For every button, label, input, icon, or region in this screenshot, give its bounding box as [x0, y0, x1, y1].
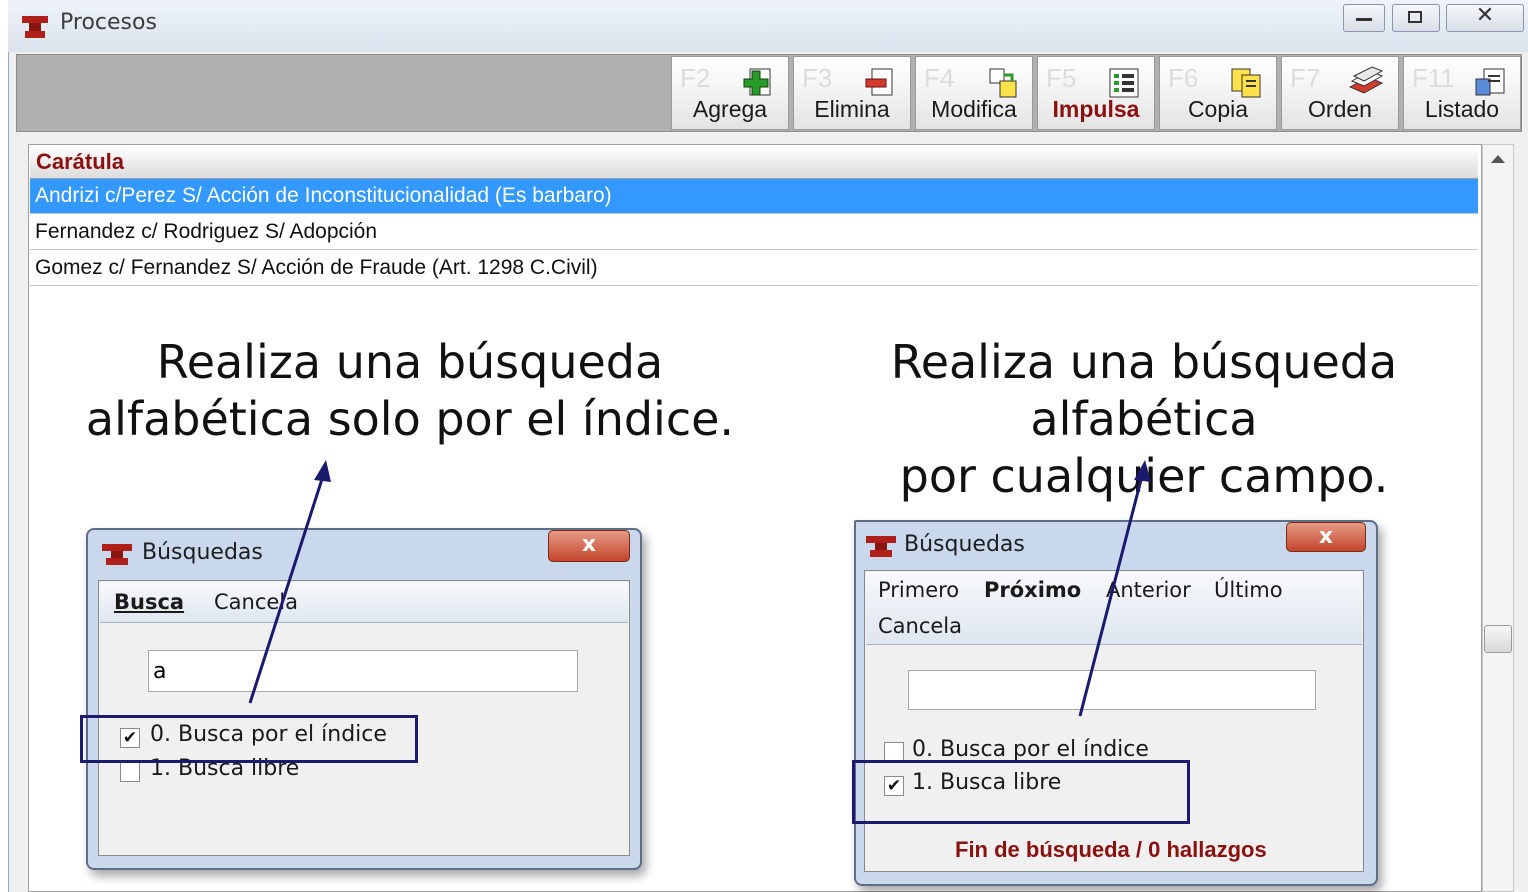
shortcut-key: F2	[680, 63, 711, 93]
caption-right: Realiza una búsqueda alfabética por cual…	[790, 334, 1498, 505]
menu-cancela[interactable]: Cancela	[214, 590, 298, 614]
toolbar-button-label: Orden	[1308, 96, 1372, 122]
scroll-thumb[interactable]	[1484, 625, 1512, 653]
shortcut-key: F3	[802, 63, 833, 93]
toolbar-button-label: Impulsa	[1052, 96, 1140, 122]
shortcut-key: F6	[1168, 63, 1199, 93]
shortcut-key: F11	[1412, 63, 1455, 93]
table-row[interactable]: Fernandez c/ Rodriguez S/ Adopción	[30, 215, 1478, 250]
minimize-icon	[1356, 18, 1372, 21]
shortcut-key: F5	[1046, 63, 1077, 93]
minimize-button[interactable]	[1343, 4, 1385, 32]
dialog-title: Búsquedas	[142, 540, 263, 565]
caption-right-line2: por cualquier campo.	[899, 449, 1389, 503]
caption-right-line1: Realiza una búsqueda alfabética	[890, 335, 1398, 446]
row-text: Gomez c/ Fernandez S/ Acción de Fraude (…	[35, 256, 598, 279]
dialog-menubar: Primero Próximo Anterior Último Cancela	[866, 572, 1362, 645]
menu-proximo[interactable]: Próximo	[984, 578, 1081, 602]
row-text: Fernandez c/ Rodriguez S/ Adopción	[35, 220, 378, 243]
toolbar-button-listado[interactable]: F11 Listado	[1403, 56, 1521, 130]
toolbar-button-agrega[interactable]: F2 Agrega	[671, 56, 789, 130]
toolbar-button-label: Modifica	[931, 96, 1017, 122]
toolbar-button-elimina[interactable]: F3 Elimina	[793, 56, 911, 130]
close-dialog-button[interactable]: x	[1286, 522, 1366, 552]
anvil-dialog-icon	[866, 536, 896, 557]
toolbar-button-label: Elimina	[814, 96, 890, 122]
window-title: Procesos	[60, 10, 157, 35]
scroll-up-icon[interactable]	[1491, 155, 1505, 163]
menu-cancela[interactable]: Cancela	[878, 614, 962, 638]
table-row[interactable]: Gomez c/ Fernandez S/ Acción de Fraude (…	[30, 251, 1478, 286]
toolbar-button-orden[interactable]: F7 Orden	[1281, 56, 1399, 130]
column-header-caratula[interactable]: Carátula	[30, 146, 1478, 179]
toolbar-button-copia[interactable]: F6 Copia	[1159, 56, 1277, 130]
search-status: Fin de búsqueda / 0 hallazgos	[955, 837, 1267, 862]
title-bar	[8, 0, 1528, 52]
caption-left: Realiza una búsqueda alfabética solo por…	[80, 334, 740, 448]
toolbar-button-modifica[interactable]: F4 Modifica	[915, 56, 1033, 130]
toolbar-button-impulsa[interactable]: F5 Impulsa	[1037, 56, 1155, 130]
anvil-dialog-icon	[102, 544, 132, 565]
table-row[interactable]: Andrizi c/Perez S/ Acción de Inconstituc…	[30, 179, 1478, 214]
vertical-scrollbar[interactable]	[1482, 144, 1514, 892]
highlight-box-index	[80, 715, 418, 763]
search-input[interactable]	[908, 670, 1316, 710]
maximize-button[interactable]	[1392, 4, 1440, 32]
row-text: Andrizi c/Perez S/ Acción de Inconstituc…	[35, 184, 612, 207]
menu-anterior[interactable]: Anterior	[1106, 578, 1191, 602]
toolbar-button-label: Copia	[1187, 96, 1249, 122]
menu-ultimo[interactable]: Último	[1214, 578, 1283, 602]
dialog-title: Búsquedas	[904, 532, 1025, 557]
toolbar-button-label: Listado	[1424, 96, 1500, 122]
shortcut-key: F4	[924, 63, 955, 93]
highlight-box-free	[852, 760, 1190, 824]
toolbar-button-label: Agrega	[692, 96, 768, 122]
shortcut-key: F7	[1290, 63, 1321, 93]
menu-busca[interactable]: Busca	[114, 590, 184, 614]
anvil-app-icon	[22, 16, 48, 38]
close-window-button[interactable]: ✕	[1446, 3, 1524, 32]
dialog-menubar: Busca Cancela	[100, 582, 628, 623]
option-index-label: 0. Busca por el índice	[912, 737, 1149, 762]
close-dialog-button[interactable]: x	[548, 530, 630, 562]
caption-left-line2: alfabética solo por el índice.	[85, 392, 735, 446]
close-icon: ✕	[1475, 3, 1495, 28]
maximize-icon	[1408, 11, 1422, 23]
checkbox-index[interactable]	[884, 742, 904, 762]
menu-primero[interactable]: Primero	[878, 578, 959, 602]
caption-left-line1: Realiza una búsqueda	[156, 335, 664, 389]
checkbox-free[interactable]	[120, 762, 140, 782]
search-input[interactable]	[148, 650, 578, 692]
column-header-label: Carátula	[36, 149, 125, 174]
